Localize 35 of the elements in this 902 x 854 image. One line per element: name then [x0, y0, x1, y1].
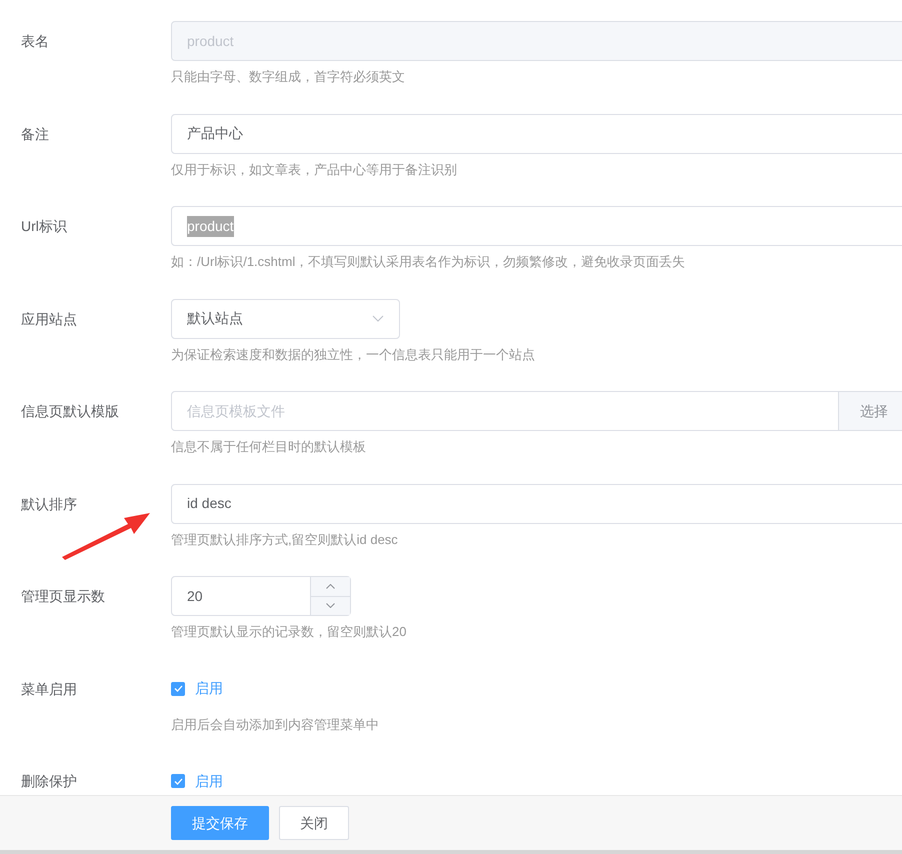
field-label: 备注 [20, 124, 50, 144]
checkbox-label[interactable]: 启用 [195, 678, 223, 699]
field-label: 菜单启用 [20, 680, 78, 698]
hint-text: 只能由字母、数字组成，首字符必须英文 [171, 68, 406, 86]
hint-text: 启用后会自动添加到内容管理菜单中 [171, 716, 380, 734]
field-label: 表名 [20, 32, 50, 51]
chevron-down-icon [372, 314, 384, 322]
select-field[interactable]: 默认站点 [171, 298, 400, 338]
field-label: 默认排序 [20, 494, 78, 514]
close-button[interactable]: 关闭 [279, 806, 349, 840]
chevron-down-icon[interactable] [326, 603, 335, 608]
check-icon [174, 778, 182, 784]
hint-text: 信息不属于任何栏目时的默认模板 [171, 438, 367, 456]
field-label: Url标识 [20, 217, 68, 236]
hint-text: 为保证检索速度和数据的独立性，一个信息表只能用于一个站点 [171, 346, 536, 364]
checkbox[interactable] [171, 682, 185, 696]
text-field[interactable]: id desc [171, 484, 902, 524]
chevron-up-icon[interactable] [326, 584, 335, 589]
save-button[interactable]: 提交保存 [171, 806, 269, 840]
number-field[interactable]: 20 [171, 576, 351, 616]
check-icon [174, 685, 182, 692]
field-label: 管理页显示数 [20, 587, 106, 606]
hint-text: 管理页默认显示的记录数，留空则默认20 [171, 623, 408, 641]
checkbox[interactable] [171, 774, 185, 788]
field-label: 应用站点 [20, 310, 78, 328]
text-field[interactable]: product [171, 206, 902, 246]
field-label: 信息页默认模版 [20, 402, 120, 421]
checkbox-label[interactable]: 启用 [195, 770, 223, 792]
hint-text: 仅用于标识，如文章表，产品中心等用于备注识别 [171, 160, 458, 178]
choose-button[interactable]: 选择 [839, 391, 902, 431]
text-field[interactable]: 产品中心 [171, 114, 902, 154]
template-field[interactable]: 信息页模板文件 [171, 391, 839, 431]
hint-text: 管理页默认排序方式,留空则默认id desc [171, 530, 399, 548]
hint-text: 如：/Url标识/1.cshtml，不填写则默认采用表名作为标识，勿频繁修改，避免收录页面丢失 [171, 253, 686, 271]
field-label: 删除保护 [20, 772, 78, 791]
